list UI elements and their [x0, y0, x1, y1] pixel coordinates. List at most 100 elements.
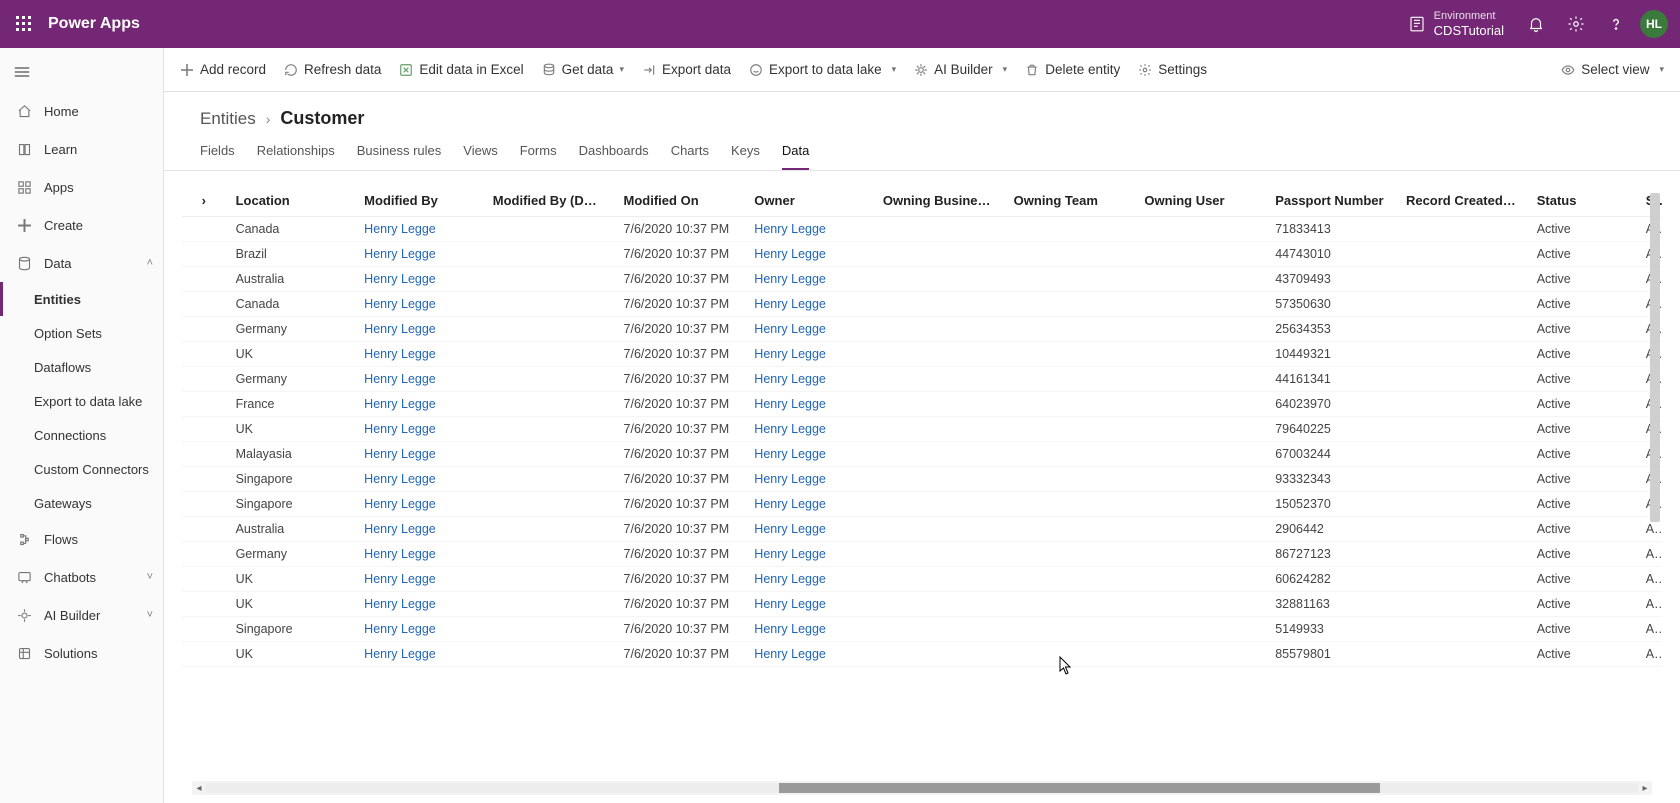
column-header[interactable]: Owning Team [1004, 185, 1135, 217]
cell-modby[interactable]: Henry Legge [354, 267, 483, 292]
column-header[interactable]: Record Created ... [1396, 185, 1527, 217]
cell-owner[interactable]: Henry Legge [744, 592, 873, 617]
cell-modby[interactable]: Henry Legge [354, 342, 483, 367]
nav-item-flows[interactable]: Flows [0, 520, 163, 558]
cell-modby[interactable]: Henry Legge [354, 292, 483, 317]
cell-modby[interactable]: Henry Legge [354, 242, 483, 267]
cell-modby[interactable]: Henry Legge [354, 542, 483, 567]
tab-business-rules[interactable]: Business rules [357, 143, 442, 170]
tab-views[interactable]: Views [463, 143, 497, 170]
cell-owner[interactable]: Henry Legge [744, 642, 873, 667]
settings-cmd-button[interactable]: Settings [1138, 62, 1207, 77]
nav-item-chatbots[interactable]: Chatbots˅ [0, 558, 163, 596]
cell-modby[interactable]: Henry Legge [354, 567, 483, 592]
notifications-button[interactable] [1516, 4, 1556, 44]
row-selector-cell[interactable] [182, 517, 226, 542]
cell-modby[interactable]: Henry Legge [354, 442, 483, 467]
table-row[interactable]: SingaporeHenry Legge7/6/2020 10:37 PMHen… [182, 492, 1662, 517]
table-row[interactable]: AustraliaHenry Legge7/6/2020 10:37 PMHen… [182, 267, 1662, 292]
table-row[interactable]: FranceHenry Legge7/6/2020 10:37 PMHenry … [182, 392, 1662, 417]
table-row[interactable]: GermanyHenry Legge7/6/2020 10:37 PMHenry… [182, 367, 1662, 392]
nav-item-data[interactable]: Data˄ [0, 244, 163, 282]
help-button[interactable] [1596, 4, 1636, 44]
table-row[interactable]: UKHenry Legge7/6/2020 10:37 PMHenry Legg… [182, 342, 1662, 367]
add-record-button[interactable]: Add record [180, 62, 266, 77]
table-row[interactable]: BrazilHenry Legge7/6/2020 10:37 PMHenry … [182, 242, 1662, 267]
app-launcher-button[interactable] [8, 8, 40, 40]
table-row[interactable]: CanadaHenry Legge7/6/2020 10:37 PMHenry … [182, 217, 1662, 242]
cell-owner[interactable]: Henry Legge [744, 292, 873, 317]
nav-item-apps[interactable]: Apps [0, 168, 163, 206]
column-header[interactable]: Modified By (Del... [483, 185, 614, 217]
nav-item-ai-builder[interactable]: AI Builder˅ [0, 596, 163, 634]
cell-owner[interactable]: Henry Legge [744, 417, 873, 442]
column-header[interactable]: Status [1527, 185, 1636, 217]
row-selector-cell[interactable] [182, 442, 226, 467]
cell-modby[interactable]: Henry Legge [354, 617, 483, 642]
table-row[interactable]: UKHenry Legge7/6/2020 10:37 PMHenry Legg… [182, 642, 1662, 667]
edit-in-excel-button[interactable]: Edit data in Excel [399, 62, 523, 77]
cell-owner[interactable]: Henry Legge [744, 342, 873, 367]
vertical-scroll-thumb[interactable] [1650, 193, 1660, 522]
cell-modby[interactable]: Henry Legge [354, 392, 483, 417]
cell-modby[interactable]: Henry Legge [354, 367, 483, 392]
tab-keys[interactable]: Keys [731, 143, 760, 170]
table-row[interactable]: UKHenry Legge7/6/2020 10:37 PMHenry Legg… [182, 592, 1662, 617]
cell-owner[interactable]: Henry Legge [744, 267, 873, 292]
table-row[interactable]: MalayasiaHenry Legge7/6/2020 10:37 PMHen… [182, 442, 1662, 467]
cell-modby[interactable]: Henry Legge [354, 217, 483, 242]
cell-owner[interactable]: Henry Legge [744, 467, 873, 492]
row-selector-header[interactable]: › [182, 185, 226, 217]
row-selector-cell[interactable] [182, 242, 226, 267]
cell-modby[interactable]: Henry Legge [354, 417, 483, 442]
row-selector-cell[interactable] [182, 367, 226, 392]
column-header[interactable]: Owner [744, 185, 873, 217]
cell-owner[interactable]: Henry Legge [744, 242, 873, 267]
column-header[interactable]: Owning Business... [873, 185, 1004, 217]
refresh-data-button[interactable]: Refresh data [284, 62, 381, 77]
row-selector-cell[interactable] [182, 642, 226, 667]
cell-owner[interactable]: Henry Legge [744, 517, 873, 542]
tab-forms[interactable]: Forms [520, 143, 557, 170]
row-selector-cell[interactable] [182, 317, 226, 342]
row-selector-cell[interactable] [182, 417, 226, 442]
export-data-button[interactable]: Export data [642, 62, 731, 77]
row-selector-cell[interactable] [182, 267, 226, 292]
tab-dashboards[interactable]: Dashboards [579, 143, 649, 170]
row-selector-cell[interactable] [182, 592, 226, 617]
nav-sub-custom-connectors[interactable]: Custom Connectors [0, 452, 163, 486]
nav-sub-export-to-data-lake[interactable]: Export to data lake [0, 384, 163, 418]
table-row[interactable]: UKHenry Legge7/6/2020 10:37 PMHenry Legg… [182, 567, 1662, 592]
row-selector-cell[interactable] [182, 467, 226, 492]
row-selector-cell[interactable] [182, 567, 226, 592]
table-row[interactable]: SingaporeHenry Legge7/6/2020 10:37 PMHen… [182, 467, 1662, 492]
get-data-button[interactable]: Get data [542, 62, 614, 77]
settings-button[interactable] [1556, 4, 1596, 44]
table-row[interactable]: UKHenry Legge7/6/2020 10:37 PMHenry Legg… [182, 417, 1662, 442]
row-selector-cell[interactable] [182, 542, 226, 567]
delete-entity-button[interactable]: Delete entity [1025, 62, 1120, 77]
cell-owner[interactable]: Henry Legge [744, 492, 873, 517]
nav-collapse-button[interactable] [0, 52, 163, 92]
nav-sub-option-sets[interactable]: Option Sets [0, 316, 163, 350]
column-header[interactable]: Modified By [354, 185, 483, 217]
get-data-dropdown[interactable]: ▾ [619, 64, 624, 75]
row-selector-cell[interactable] [182, 617, 226, 642]
table-row[interactable]: GermanyHenry Legge7/6/2020 10:37 PMHenry… [182, 542, 1662, 567]
column-header[interactable]: Owning User [1134, 185, 1265, 217]
column-header[interactable]: Location [226, 185, 355, 217]
row-selector-cell[interactable] [182, 292, 226, 317]
cell-owner[interactable]: Henry Legge [744, 317, 873, 342]
nav-sub-connections[interactable]: Connections [0, 418, 163, 452]
cell-modby[interactable]: Henry Legge [354, 317, 483, 342]
cell-owner[interactable]: Henry Legge [744, 542, 873, 567]
cell-modby[interactable]: Henry Legge [354, 642, 483, 667]
cell-modby[interactable]: Henry Legge [354, 517, 483, 542]
nav-item-solutions[interactable]: Solutions [0, 634, 163, 672]
cell-modby[interactable]: Henry Legge [354, 492, 483, 517]
cell-owner[interactable]: Henry Legge [744, 567, 873, 592]
row-selector-cell[interactable] [182, 392, 226, 417]
cell-owner[interactable]: Henry Legge [744, 217, 873, 242]
row-selector-cell[interactable] [182, 492, 226, 517]
ai-builder-button[interactable]: AI Builder [914, 62, 1007, 77]
